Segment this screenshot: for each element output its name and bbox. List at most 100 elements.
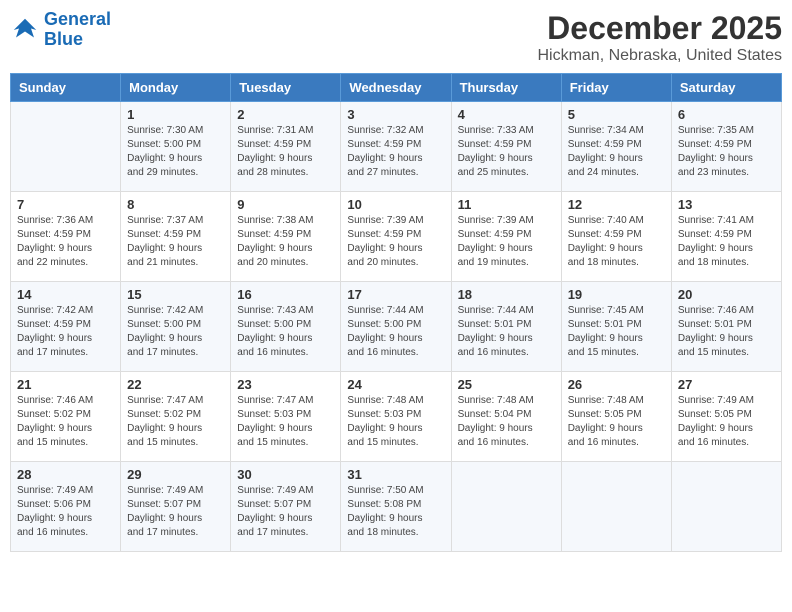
logo: General Blue [10, 10, 111, 50]
day-info-line: and 16 minutes. [458, 436, 555, 450]
day-number: 19 [568, 287, 665, 302]
day-info-line: and 15 minutes. [17, 436, 114, 450]
day-number: 27 [678, 377, 775, 392]
day-info-line: Sunset: 4:59 PM [568, 228, 665, 242]
day-number: 25 [458, 377, 555, 392]
day-info-line: and 16 minutes. [347, 346, 444, 360]
weekday-header-tuesday: Tuesday [231, 74, 341, 102]
day-info-line: Sunset: 4:59 PM [347, 228, 444, 242]
day-info-line: Sunrise: 7:41 AM [678, 214, 775, 228]
day-info-line: Daylight: 9 hours [17, 242, 114, 256]
day-info-line: Daylight: 9 hours [127, 332, 224, 346]
weekday-header-monday: Monday [121, 74, 231, 102]
calendar-cell: 3Sunrise: 7:32 AMSunset: 4:59 PMDaylight… [341, 102, 451, 192]
day-info-line: Daylight: 9 hours [347, 512, 444, 526]
day-info-line: Sunrise: 7:34 AM [568, 124, 665, 138]
calendar-cell: 22Sunrise: 7:47 AMSunset: 5:02 PMDayligh… [121, 372, 231, 462]
day-info-line: Daylight: 9 hours [237, 332, 334, 346]
day-number: 4 [458, 107, 555, 122]
calendar-cell: 27Sunrise: 7:49 AMSunset: 5:05 PMDayligh… [671, 372, 781, 462]
day-number: 11 [458, 197, 555, 212]
logo-text: General Blue [44, 10, 111, 50]
day-info-line: Daylight: 9 hours [347, 332, 444, 346]
day-info-line: and 17 minutes. [17, 346, 114, 360]
day-info-line: Sunset: 4:59 PM [678, 138, 775, 152]
location-subtitle: Hickman, Nebraska, United States [537, 47, 782, 65]
day-info-line: Sunset: 4:59 PM [458, 138, 555, 152]
calendar-cell: 6 Sunrise: 7:35 AMSunset: 4:59 PMDaylight… [671, 102, 781, 192]
day-info-line: Daylight: 9 hours [237, 512, 334, 526]
day-info-line: Sunset: 4:59 PM [127, 228, 224, 242]
day-number: 24 [347, 377, 444, 392]
day-info-line: Daylight: 9 hours [127, 512, 224, 526]
day-info-line: Sunrise: 7:43 AM [237, 304, 334, 318]
day-info-line: and 15 minutes. [237, 436, 334, 450]
weekday-header-thursday: Thursday [451, 74, 561, 102]
day-info-line: and 20 minutes. [237, 256, 334, 270]
day-info-line: Sunrise: 7:49 AM [237, 484, 334, 498]
day-info-line: and 16 minutes. [678, 436, 775, 450]
day-info-line: and 17 minutes. [127, 346, 224, 360]
day-info-line: Sunset: 5:07 PM [127, 498, 224, 512]
calendar-cell: 24Sunrise: 7:48 AMSunset: 5:03 PMDayligh… [341, 372, 451, 462]
day-info-line: Daylight: 9 hours [568, 332, 665, 346]
day-info-line: Sunset: 5:07 PM [237, 498, 334, 512]
day-info-line: Daylight: 9 hours [17, 332, 114, 346]
day-info-line: Sunset: 5:01 PM [458, 318, 555, 332]
calendar-week-row: 28Sunrise: 7:49 AMSunset: 5:06 PMDayligh… [11, 462, 782, 552]
calendar-cell: 17Sunrise: 7:44 AMSunset: 5:00 PMDayligh… [341, 282, 451, 372]
weekday-header-saturday: Saturday [671, 74, 781, 102]
weekday-header-sunday: Sunday [11, 74, 121, 102]
day-info-line: Daylight: 9 hours [237, 152, 334, 166]
day-info-line: Sunrise: 7:49 AM [17, 484, 114, 498]
weekday-header-wednesday: Wednesday [341, 74, 451, 102]
calendar-week-row: 1Sunrise: 7:30 AMSunset: 5:00 PMDaylight… [11, 102, 782, 192]
day-info-line: Sunset: 5:08 PM [347, 498, 444, 512]
day-number: 9 [237, 197, 334, 212]
day-info-line: and 19 minutes. [458, 256, 555, 270]
day-info-line: and 17 minutes. [127, 526, 224, 540]
calendar-cell: 8Sunrise: 7:37 AMSunset: 4:59 PMDaylight… [121, 192, 231, 282]
day-number: 18 [458, 287, 555, 302]
calendar-header-row: SundayMondayTuesdayWednesdayThursdayFrid… [11, 74, 782, 102]
day-info-line: Sunrise: 7:48 AM [347, 394, 444, 408]
day-info-line: Sunrise: 7:44 AM [458, 304, 555, 318]
day-info-line: Daylight: 9 hours [458, 422, 555, 436]
day-info-line: and 21 minutes. [127, 256, 224, 270]
day-info-line: Sunrise: 7:48 AM [568, 394, 665, 408]
day-number: 10 [347, 197, 444, 212]
day-info-line: Sunset: 5:02 PM [127, 408, 224, 422]
day-info-line: and 15 minutes. [127, 436, 224, 450]
day-info-line: and 24 minutes. [568, 166, 665, 180]
calendar-cell: 21Sunrise: 7:46 AMSunset: 5:02 PMDayligh… [11, 372, 121, 462]
day-info-line: Sunrise: 7:47 AM [127, 394, 224, 408]
day-info-line: Sunrise: 7:39 AM [347, 214, 444, 228]
weekday-header-friday: Friday [561, 74, 671, 102]
calendar-cell: 30Sunrise: 7:49 AMSunset: 5:07 PMDayligh… [231, 462, 341, 552]
page-header: General Blue December 2025 Hickman, Nebr… [10, 10, 782, 65]
day-info-line: Sunset: 4:59 PM [237, 138, 334, 152]
calendar-cell: 15Sunrise: 7:42 AMSunset: 5:00 PMDayligh… [121, 282, 231, 372]
day-info-line: Sunrise: 7:50 AM [347, 484, 444, 498]
day-number: 23 [237, 377, 334, 392]
day-info-line: Sunset: 4:59 PM [237, 228, 334, 242]
day-info-line: Sunset: 5:01 PM [568, 318, 665, 332]
day-info-line: Daylight: 9 hours [678, 152, 775, 166]
day-info-line: Sunset: 5:02 PM [17, 408, 114, 422]
day-info-line: and 22 minutes. [17, 256, 114, 270]
day-number: 3 [347, 107, 444, 122]
day-info-line: Sunrise: 7:42 AM [17, 304, 114, 318]
calendar-cell: 4Sunrise: 7:33 AMSunset: 4:59 PMDaylight… [451, 102, 561, 192]
day-info-line: and 28 minutes. [237, 166, 334, 180]
logo-icon [10, 15, 40, 45]
day-number: 5 [568, 107, 665, 122]
day-number: 15 [127, 287, 224, 302]
day-number: 8 [127, 197, 224, 212]
day-number: 6 [678, 107, 775, 122]
day-info-line: Sunrise: 7:36 AM [17, 214, 114, 228]
day-info-line: Sunset: 5:00 PM [237, 318, 334, 332]
day-info-line: Sunset: 4:59 PM [458, 228, 555, 242]
day-info-line: Daylight: 9 hours [458, 152, 555, 166]
day-info-line: and 16 minutes. [237, 346, 334, 360]
day-info-line: Sunrise: 7:35 AM [678, 124, 775, 138]
